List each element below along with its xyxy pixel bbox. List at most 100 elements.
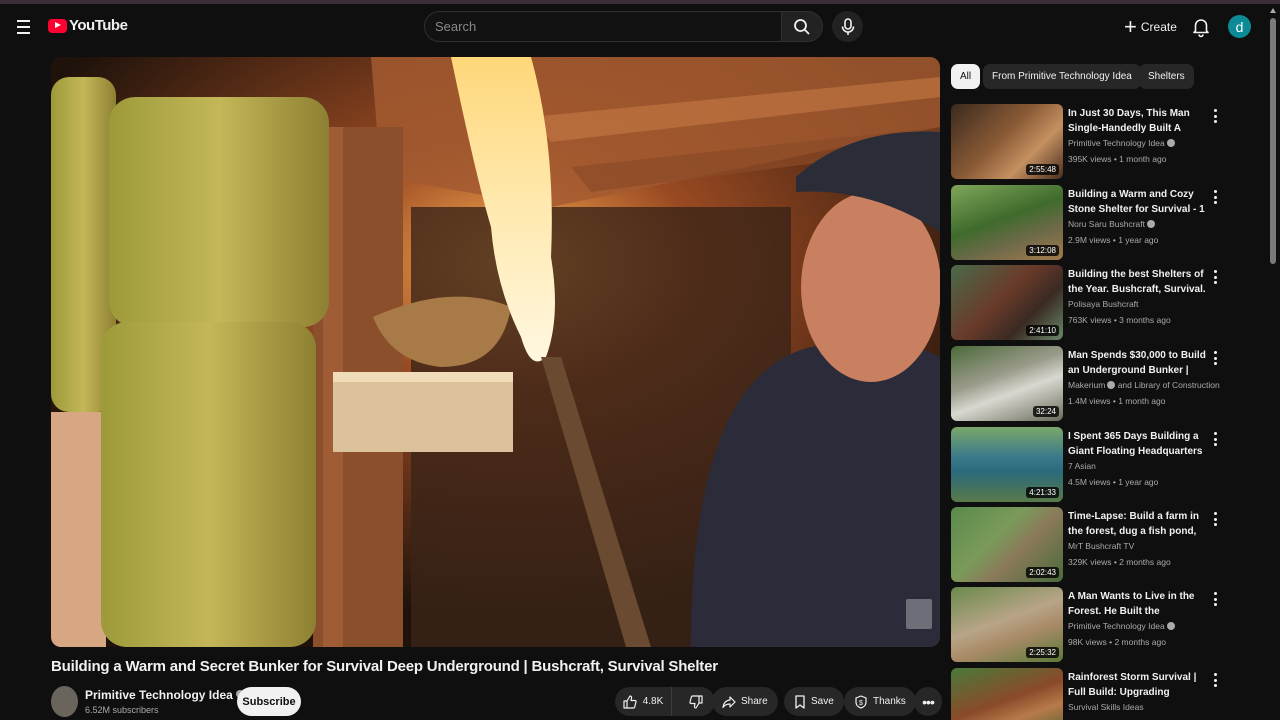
scroll-up-arrow-icon[interactable] [1270, 8, 1276, 13]
super-thanks-icon: $ [855, 694, 867, 709]
chip-shelters[interactable]: Shelters [1139, 64, 1194, 89]
subscribe-button[interactable]: Subscribe [237, 687, 301, 716]
svg-text:$: $ [859, 700, 863, 707]
save-label: Save [811, 696, 834, 707]
search-button[interactable] [781, 11, 823, 42]
channel-text[interactable]: Primitive Technology Idea [1068, 138, 1165, 148]
hamburger-menu-icon[interactable] [12, 14, 36, 38]
video-title[interactable]: In Just 30 Days, This Man Single-Handedl… [1068, 106, 1206, 136]
channel-text[interactable]: Makerium [1068, 380, 1105, 390]
channel-name[interactable]: MrT Bushcraft TV [1068, 541, 1134, 551]
like-button[interactable]: 4.8K [615, 687, 673, 716]
voice-search-button[interactable] [832, 11, 863, 42]
more-vert-icon[interactable] [1211, 350, 1219, 366]
video-thumbnail[interactable]: 3:12:08 [951, 185, 1063, 260]
video-meta: 395K views • 1 month ago [1068, 154, 1167, 164]
list-item[interactable]: 2:02:43 Time-Lapse: Build a farm in the … [951, 507, 1231, 583]
thumbs-up-icon [623, 694, 637, 709]
video-title: Building a Warm and Secret Bunker for Su… [51, 658, 718, 675]
more-vert-icon[interactable] [1211, 672, 1219, 688]
channel-avatar[interactable] [51, 686, 78, 717]
chip-all[interactable]: All [951, 64, 981, 89]
channel-text[interactable]: MrT Bushcraft TV [1068, 541, 1134, 551]
duration-badge: 3:12:08 [1026, 245, 1059, 256]
logo-text: YouTube [69, 17, 128, 34]
channel-name[interactable]: Primitive Technology Idea [1068, 138, 1175, 148]
owner-row: Primitive Technology Idea 6.52M subscrib… [51, 685, 942, 720]
video-title[interactable]: Time-Lapse: Build a farm in the forest, … [1068, 509, 1206, 539]
video-thumbnail[interactable]: 2:41:10 [951, 265, 1063, 340]
video-meta: 763K views • 3 months ago [1068, 315, 1171, 325]
more-actions-button[interactable]: ••• [914, 687, 942, 716]
dislike-button[interactable] [677, 687, 715, 716]
video-thumbnail[interactable]: 2:25:32 [951, 587, 1063, 662]
bell-icon [1193, 19, 1209, 38]
channel-name[interactable]: Primitive Technology Idea [85, 688, 244, 702]
channel-name[interactable]: Primitive Technology Idea [1068, 621, 1175, 631]
list-item[interactable]: 3:12:08 Building a Warm and Cozy Stone S… [951, 185, 1231, 261]
channel-name[interactable]: 7 Asian [1068, 461, 1096, 471]
list-item[interactable]: 32:24 Man Spends $30,000 to Build an Und… [951, 346, 1231, 422]
channel-extra-text[interactable]: and Library of Construction [1118, 380, 1220, 390]
duration-badge: 2:55:48 [1026, 164, 1059, 175]
account-avatar[interactable]: d [1228, 15, 1251, 38]
channel-text[interactable]: Polisaya Bushcraft [1068, 299, 1138, 309]
microphone-icon [841, 17, 854, 35]
video-frame [51, 57, 940, 647]
more-vert-icon[interactable] [1211, 269, 1219, 285]
video-title[interactable]: Man Spends $30,000 to Build an Undergrou… [1068, 348, 1206, 378]
notifications-button[interactable] [1189, 15, 1213, 39]
save-button[interactable]: Save [784, 687, 844, 716]
channel-text[interactable]: Noru Saru Bushcraft [1068, 219, 1145, 229]
duration-badge: 2:25:32 [1026, 647, 1059, 658]
search-icon [794, 18, 810, 35]
video-meta: 98K views • 2 months ago [1068, 637, 1166, 647]
search-input[interactable] [425, 12, 781, 41]
video-thumbnail[interactable]: 4:21:33 [951, 427, 1063, 502]
video-thumbnail[interactable]: 2:55:48 [951, 104, 1063, 179]
list-item[interactable]: Rainforest Storm Survival | Full Build: … [951, 668, 1231, 720]
chip-from-channel[interactable]: From Primitive Technology Idea [983, 64, 1141, 89]
share-button[interactable]: Share [712, 687, 778, 716]
video-thumbnail[interactable]: 2:02:43 [951, 507, 1063, 582]
video-meta: 2.9M views • 1 year ago [1068, 235, 1159, 245]
video-thumbnail[interactable] [951, 668, 1063, 720]
share-label: Share [741, 696, 768, 707]
share-icon [722, 695, 736, 708]
more-vert-icon[interactable] [1211, 108, 1219, 124]
more-vert-icon[interactable] [1211, 511, 1219, 527]
page-scrollbar-thumb[interactable] [1270, 18, 1276, 264]
video-thumbnail[interactable]: 32:24 [951, 346, 1063, 421]
verified-badge-icon [1147, 220, 1156, 228]
create-button[interactable]: + Create [1116, 13, 1185, 41]
video-meta: 4.5M views • 1 year ago [1068, 477, 1159, 487]
channel-text[interactable]: Survival Skills Ideas [1068, 702, 1144, 712]
video-title[interactable]: Building a Warm and Cozy Stone Shelter f… [1068, 187, 1206, 217]
youtube-logo[interactable]: YouTube [48, 17, 128, 34]
search-box [424, 11, 782, 42]
thanks-button[interactable]: $ Thanks [844, 687, 916, 716]
list-item[interactable]: 2:41:10 Building the best Shelters of th… [951, 265, 1231, 341]
list-item[interactable]: 2:55:48 In Just 30 Days, This Man Single… [951, 104, 1231, 180]
duration-badge: 2:41:10 [1026, 325, 1059, 336]
list-item[interactable]: 4:21:33 I Spent 365 Days Building a Gian… [951, 427, 1231, 503]
video-player[interactable] [51, 57, 940, 647]
video-title[interactable]: Building the best Shelters of the Year. … [1068, 267, 1206, 297]
list-item[interactable]: 2:25:32 A Man Wants to Live in the Fores… [951, 587, 1231, 663]
channel-text[interactable]: 7 Asian [1068, 461, 1096, 471]
more-vert-icon[interactable] [1211, 189, 1219, 205]
video-title[interactable]: I Spent 365 Days Building a Giant Floati… [1068, 429, 1206, 459]
channel-name[interactable]: Survival Skills Ideas [1068, 702, 1144, 712]
channel-name[interactable]: Makerium and Library of Construction [1068, 380, 1220, 390]
thanks-label: Thanks [873, 696, 906, 707]
video-title[interactable]: Rainforest Storm Survival | Full Build: … [1068, 670, 1206, 700]
channel-name-text[interactable]: Primitive Technology Idea [85, 688, 233, 702]
bookmark-icon [795, 694, 805, 709]
channel-text[interactable]: Primitive Technology Idea [1068, 621, 1165, 631]
duration-badge: 4:21:33 [1026, 487, 1059, 498]
more-vert-icon[interactable] [1211, 591, 1219, 607]
channel-name[interactable]: Polisaya Bushcraft [1068, 299, 1138, 309]
channel-name[interactable]: Noru Saru Bushcraft [1068, 219, 1156, 229]
video-title[interactable]: A Man Wants to Live in the Forest. He Bu… [1068, 589, 1206, 619]
more-vert-icon[interactable] [1211, 431, 1219, 447]
